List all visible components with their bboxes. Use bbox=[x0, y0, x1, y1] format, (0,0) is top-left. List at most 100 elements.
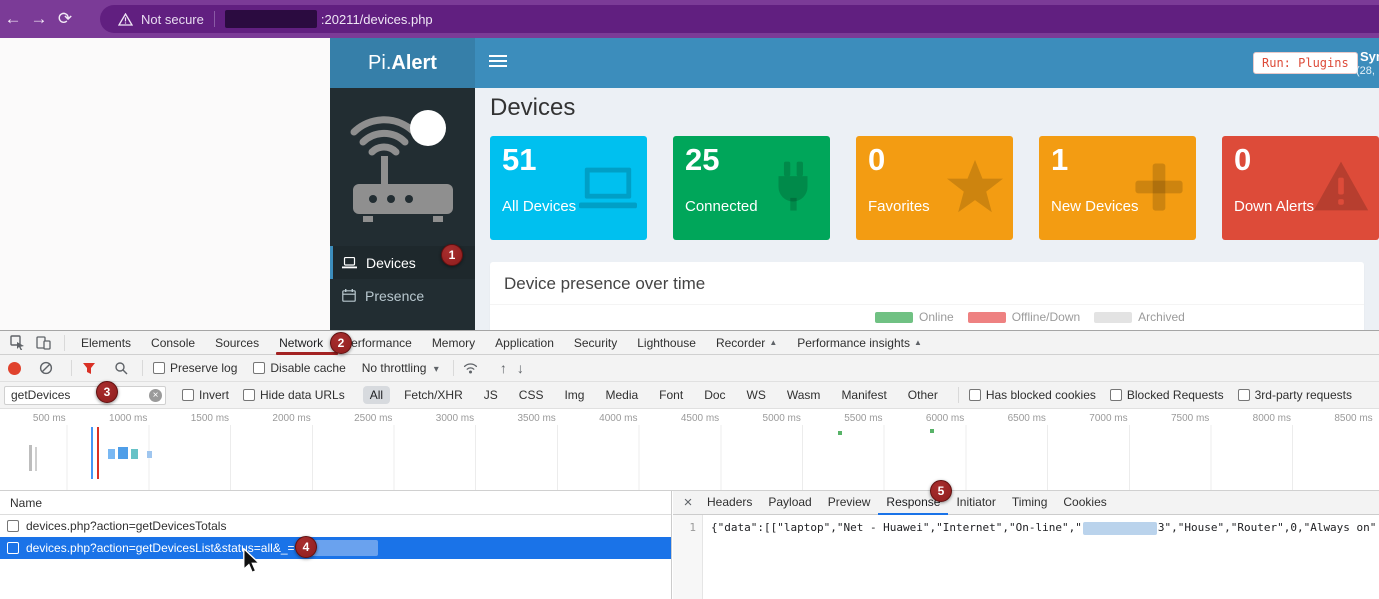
throttling-select[interactable]: No throttling ▾ bbox=[362, 361, 439, 375]
request-checkbox[interactable] bbox=[7, 520, 19, 532]
card-favorites[interactable]: 0 Favorites bbox=[856, 136, 1013, 240]
filter-pill-other[interactable]: Other bbox=[901, 386, 945, 404]
hide-data-urls-checkbox[interactable]: Hide data URLs bbox=[243, 388, 345, 402]
card-connected[interactable]: 25 Connected bbox=[673, 136, 830, 240]
filter-pill-js[interactable]: JS bbox=[477, 386, 505, 404]
tab-lighthouse[interactable]: Lighthouse bbox=[627, 331, 706, 355]
filter-pill-wasm[interactable]: Wasm bbox=[780, 386, 828, 404]
legend-swatch bbox=[875, 312, 913, 323]
legend-label: Online bbox=[919, 310, 954, 324]
device-toolbar-icon[interactable] bbox=[32, 334, 54, 352]
card-new-devices[interactable]: 1 New Devices bbox=[1039, 136, 1196, 240]
tab-performance-insights[interactable]: Performance insights ▲ bbox=[787, 331, 932, 355]
laptop-icon bbox=[577, 158, 639, 216]
details-tabbar: × Headers Payload Preview Response Initi… bbox=[673, 491, 1379, 515]
card-label: All Devices bbox=[502, 198, 576, 215]
browser-toolbar: ← → ⟳ Not secure :20211/devices.php bbox=[0, 0, 1379, 38]
network-overview-timeline[interactable]: 500 ms1000 ms1500 ms2000 ms2500 ms3000 m… bbox=[0, 409, 1379, 491]
disable-cache-checkbox[interactable]: Disable cache bbox=[253, 361, 345, 375]
tab-console[interactable]: Console bbox=[141, 331, 205, 355]
divider bbox=[142, 360, 143, 376]
tab-security[interactable]: Security bbox=[564, 331, 627, 355]
network-conditions-icon[interactable] bbox=[460, 359, 482, 377]
legend-swatch bbox=[1094, 312, 1132, 323]
card-all-devices[interactable]: 51 All Devices bbox=[490, 136, 647, 240]
filter-pill-fetch-xhr[interactable]: Fetch/XHR bbox=[397, 386, 470, 404]
search-icon[interactable] bbox=[110, 359, 132, 377]
third-party-requests-checkbox[interactable]: 3rd-party requests bbox=[1238, 388, 1352, 402]
checkbox bbox=[1110, 389, 1122, 401]
request-row[interactable]: devices.php?action=getDevicesTotals bbox=[0, 515, 671, 537]
request-checkbox[interactable] bbox=[7, 542, 19, 554]
import-har-icon[interactable]: ↑ bbox=[500, 360, 507, 376]
filter-pill-ws[interactable]: WS bbox=[740, 386, 773, 404]
url-text: :20211/devices.php bbox=[321, 12, 433, 27]
blocked-requests-checkbox[interactable]: Blocked Requests bbox=[1110, 388, 1224, 402]
detail-tab-timing[interactable]: Timing bbox=[1004, 491, 1056, 515]
tab-recorder[interactable]: Recorder ▲ bbox=[706, 331, 787, 355]
filter-pill-all[interactable]: All bbox=[363, 386, 390, 404]
app-logo[interactable]: Pi.Alert bbox=[330, 38, 475, 88]
checkbox bbox=[182, 389, 194, 401]
legend-item-online[interactable]: Online bbox=[875, 310, 954, 324]
sidebar-item-presence[interactable]: Presence bbox=[330, 279, 475, 312]
timeline-gridlines bbox=[0, 425, 1379, 491]
clear-filter-icon[interactable]: × bbox=[149, 389, 162, 402]
filter-pill-manifest[interactable]: Manifest bbox=[834, 386, 893, 404]
tab-label: Performance insights bbox=[797, 331, 910, 355]
filter-pill-img[interactable]: Img bbox=[557, 386, 591, 404]
detail-tab-preview[interactable]: Preview bbox=[820, 491, 879, 515]
card-down-alerts[interactable]: 0 Down Alerts bbox=[1222, 136, 1379, 240]
tab-network[interactable]: Network bbox=[269, 331, 333, 355]
filter-pill-css[interactable]: CSS bbox=[512, 386, 551, 404]
filter-pill-doc[interactable]: Doc bbox=[697, 386, 732, 404]
detail-tab-cookies[interactable]: Cookies bbox=[1055, 491, 1114, 515]
response-text: {"data":[["laptop","Net - Huawei","Inter… bbox=[711, 521, 1082, 534]
checkbox bbox=[153, 362, 165, 374]
chevron-down-icon: ▾ bbox=[434, 364, 439, 375]
address-bar[interactable]: Not secure :20211/devices.php bbox=[100, 5, 1379, 33]
invert-checkbox[interactable]: Invert bbox=[182, 388, 229, 402]
run-plugins-button[interactable]: Run: Plugins bbox=[1253, 52, 1358, 74]
filter-icon[interactable] bbox=[78, 359, 100, 377]
record-button[interactable] bbox=[8, 362, 21, 375]
waterfall-bar bbox=[118, 447, 128, 459]
devtools-tabbar: Elements Console Sources Network Perform… bbox=[0, 331, 1379, 355]
tab-application[interactable]: Application bbox=[485, 331, 564, 355]
request-name: devices.php?action=getDevicesTotals bbox=[26, 519, 226, 533]
annotation-step-4: 4 bbox=[295, 536, 317, 558]
filter-pill-media[interactable]: Media bbox=[598, 386, 645, 404]
waterfall-bar bbox=[29, 445, 32, 471]
page-viewport: Pi.Alert Devices bbox=[0, 38, 1379, 330]
export-har-icon[interactable]: ↓ bbox=[517, 360, 524, 376]
clear-icon[interactable] bbox=[35, 359, 57, 377]
back-icon[interactable]: ← bbox=[0, 9, 26, 29]
tab-memory[interactable]: Memory bbox=[422, 331, 485, 355]
user-name[interactable]: Sym bbox=[1360, 49, 1379, 64]
forward-icon[interactable]: → bbox=[26, 9, 52, 29]
filter-input[interactable] bbox=[4, 386, 166, 405]
request-row-selected[interactable]: devices.php?action=getDevicesList&status… bbox=[0, 537, 671, 559]
tab-sources[interactable]: Sources bbox=[205, 331, 269, 355]
legend-item-archived[interactable]: Archived bbox=[1094, 310, 1185, 324]
divider bbox=[958, 387, 959, 403]
filter-pill-font[interactable]: Font bbox=[652, 386, 690, 404]
redacted-response-value bbox=[1083, 522, 1157, 535]
preserve-log-checkbox[interactable]: Preserve log bbox=[153, 361, 237, 375]
user-subtext: (28, bbox=[1356, 65, 1375, 77]
checkbox-label: Has blocked cookies bbox=[986, 388, 1096, 402]
plus-icon bbox=[1130, 158, 1188, 216]
has-blocked-cookies-checkbox[interactable]: Has blocked cookies bbox=[969, 388, 1096, 402]
close-icon[interactable]: × bbox=[679, 494, 697, 511]
legend-item-offline[interactable]: Offline/Down bbox=[968, 310, 1080, 324]
sidebar-toggle-icon[interactable] bbox=[489, 55, 507, 70]
inspect-element-icon[interactable] bbox=[6, 334, 28, 352]
tab-elements[interactable]: Elements bbox=[71, 331, 141, 355]
name-column-header[interactable]: Name bbox=[0, 491, 671, 515]
timeline-labels: 500 ms1000 ms1500 ms2000 ms2500 ms3000 m… bbox=[0, 409, 1379, 424]
detail-tab-headers[interactable]: Headers bbox=[699, 491, 760, 515]
detail-tab-initiator[interactable]: Initiator bbox=[948, 491, 1003, 515]
response-viewer[interactable]: 1 {"data":[["laptop","Net - Huawei","Int… bbox=[673, 515, 1379, 599]
detail-tab-payload[interactable]: Payload bbox=[760, 491, 819, 515]
refresh-icon[interactable]: ⟳ bbox=[52, 9, 78, 29]
